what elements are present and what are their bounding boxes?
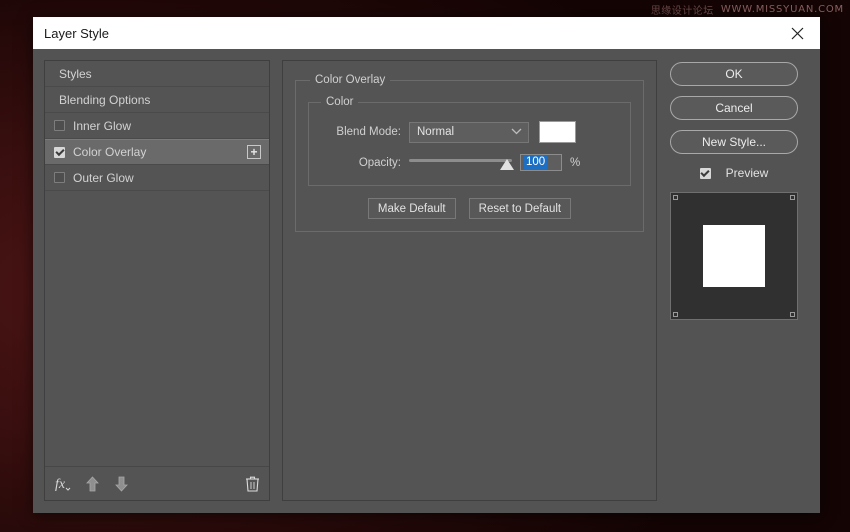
opacity-label: Opacity: [319,157,401,169]
sidebar-item-inner-glow[interactable]: Inner Glow [45,113,269,139]
dialog-title: Layer Style [44,26,109,41]
overlay-color-swatch[interactable] [539,121,576,143]
styles-panel: Styles Blending Options Inner Glow Color… [44,60,270,501]
sidebar-item-blending-options[interactable]: Blending Options [45,87,269,113]
chevron-down-icon [511,126,522,138]
new-style-button[interactable]: New Style... [670,130,798,154]
watermark-chinese-text: 思缘设计论坛 [651,2,714,17]
preview-checkbox[interactable] [700,168,711,179]
trash-icon[interactable] [245,475,260,492]
layer-style-dialog: Layer Style Styles Blending Options Inne… [33,17,820,513]
opacity-slider-thumb[interactable] [500,159,514,170]
color-overlay-checkbox[interactable] [54,147,65,158]
thumb-handle-bl [673,312,678,317]
thumb-handle-tl [673,195,678,200]
sidebar-item-label: Blending Options [59,93,150,107]
opacity-slider-track [409,159,512,162]
fx-icon[interactable]: fx [54,475,71,492]
sidebar-item-color-overlay[interactable]: Color Overlay [45,139,269,165]
dialog-titlebar: Layer Style [33,17,820,49]
sidebar-item-label: Outer Glow [73,171,134,185]
move-down-icon[interactable] [114,476,129,492]
watermark-url: WWW.MISSYUAN.COM [721,4,844,15]
sidebar-item-label: Styles [59,67,92,81]
color-overlay-group: Color Overlay Color Blend Mode: Normal [295,74,644,232]
preview-thumbnail [670,192,798,320]
inner-glow-checkbox[interactable] [54,120,65,131]
blend-mode-label: Blend Mode: [319,126,401,138]
opacity-value: 100 [524,155,547,170]
preview-label: Preview [726,166,769,180]
styles-list-footer: fx [45,466,269,500]
default-buttons: Make Default Reset to Default [308,198,631,219]
blend-mode-row: Blend Mode: Normal [319,121,620,143]
sidebar-item-outer-glow[interactable]: Outer Glow [45,165,269,191]
styles-list: Styles Blending Options Inner Glow Color… [45,61,269,466]
preview-shape [703,225,765,287]
outer-glow-checkbox[interactable] [54,172,65,183]
color-group: Color Blend Mode: Normal [308,96,631,186]
reset-to-default-button[interactable]: Reset to Default [469,198,571,219]
sidebar-item-label: Color Overlay [73,145,146,159]
close-icon [791,27,804,40]
move-up-icon[interactable] [85,476,100,492]
blend-mode-select[interactable]: Normal [409,122,529,143]
add-effect-button[interactable] [247,145,261,159]
color-group-title: Color [321,96,358,108]
svg-text:fx: fx [55,477,66,492]
thumb-handle-tr [790,195,795,200]
ok-button[interactable]: OK [670,62,798,86]
color-overlay-panel: Color Overlay Color Blend Mode: Normal [282,60,657,501]
opacity-unit: % [570,157,580,169]
blend-mode-value: Normal [417,126,454,138]
watermark: 思缘设计论坛 WWW.MISSYUAN.COM [651,2,844,17]
thumb-handle-br [790,312,795,317]
sidebar-item-label: Inner Glow [73,119,131,133]
color-overlay-group-title: Color Overlay [310,74,390,86]
opacity-row: Opacity: 100 % [319,152,620,173]
preview-toggle[interactable]: Preview [700,166,769,180]
close-button[interactable] [775,17,820,49]
opacity-input[interactable]: 100 [520,154,562,171]
make-default-button[interactable]: Make Default [368,198,456,219]
dialog-body: Styles Blending Options Inner Glow Color… [33,49,820,513]
opacity-slider[interactable] [409,152,512,173]
sidebar-item-styles[interactable]: Styles [45,61,269,87]
cancel-button[interactable]: Cancel [670,96,798,120]
actions-panel: OK Cancel New Style... Preview [669,60,799,501]
